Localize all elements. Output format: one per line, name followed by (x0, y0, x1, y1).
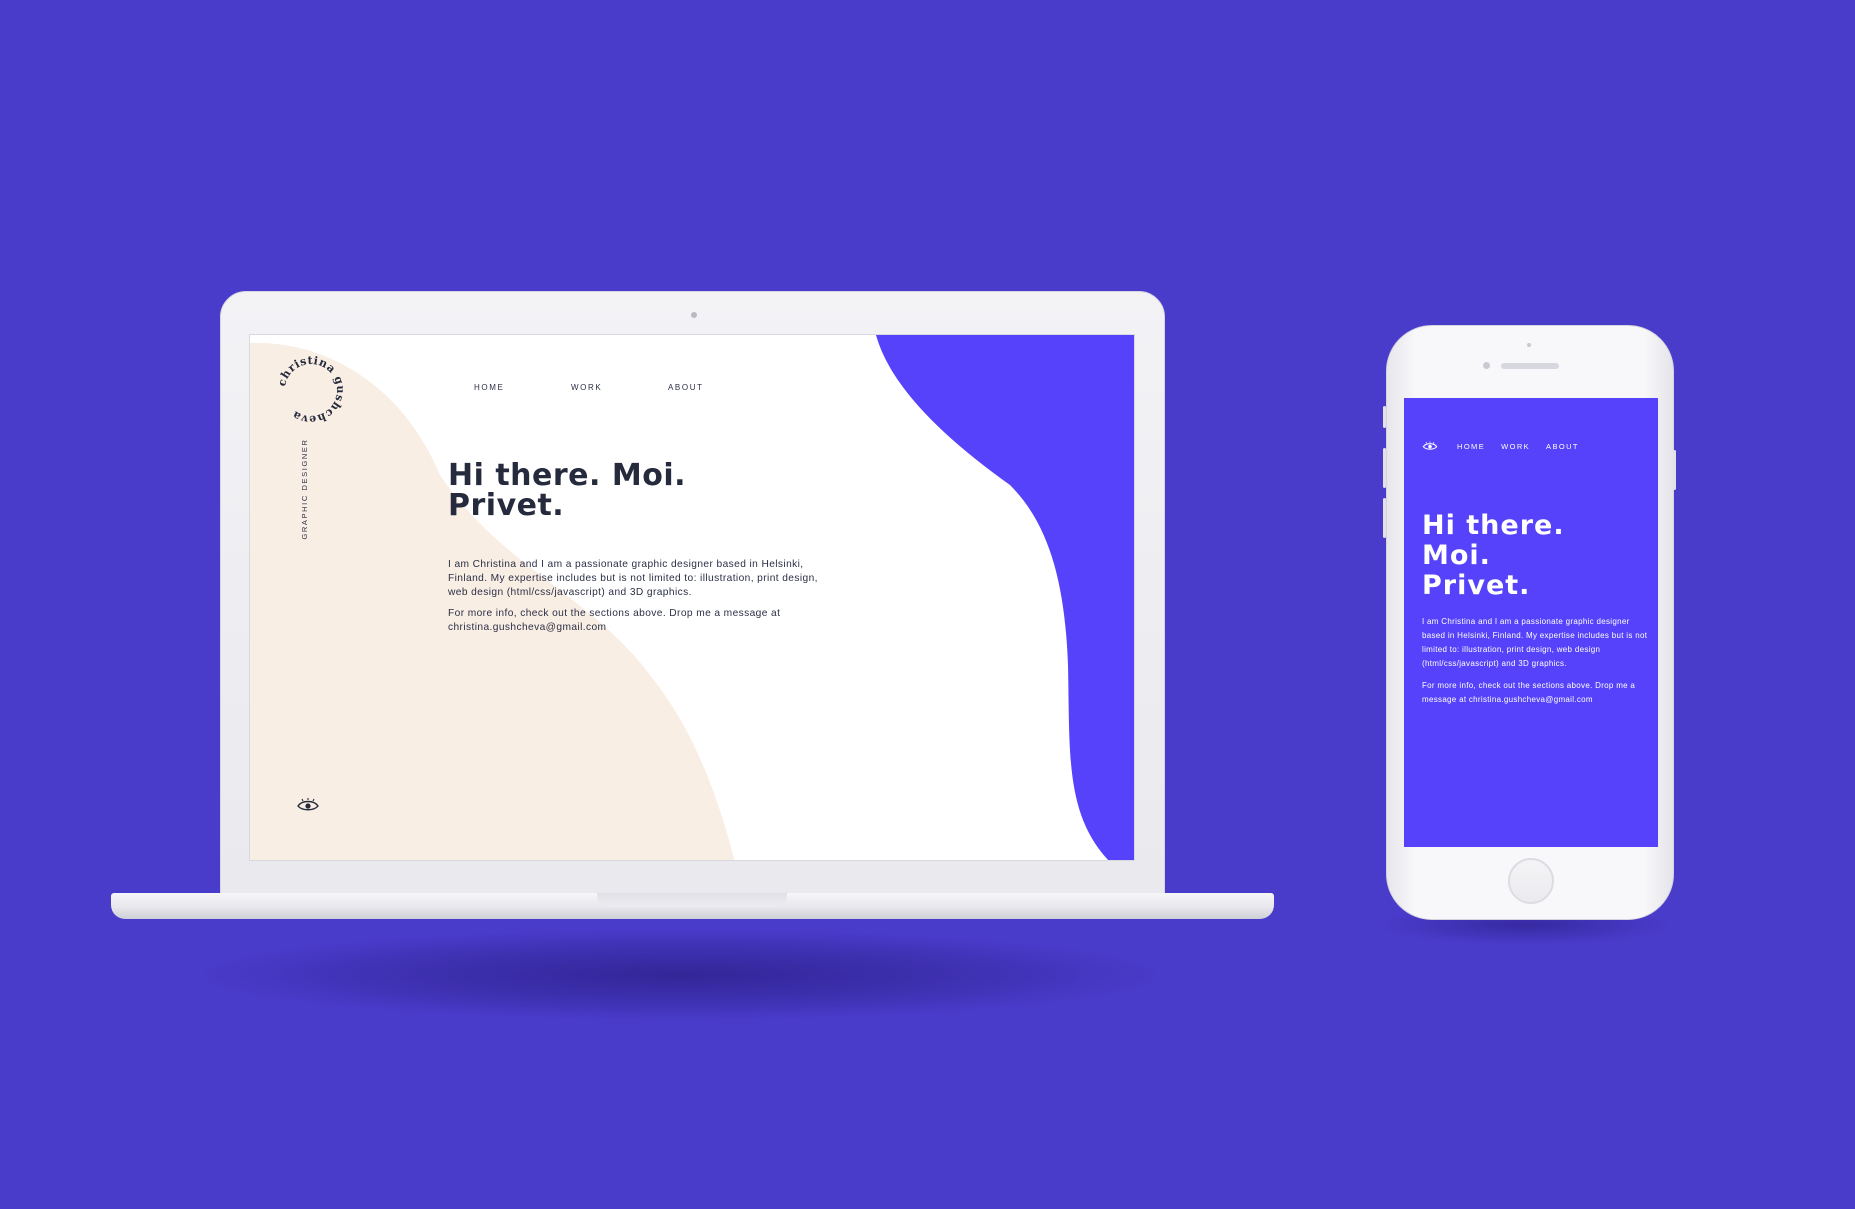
phone-mockup: HOME WORK ABOUT Hi there. Moi. Privet. I… (1383, 325, 1676, 920)
nav-about-link[interactable]: ABOUT (1546, 442, 1579, 451)
phone-screen: HOME WORK ABOUT Hi there. Moi. Privet. I… (1404, 398, 1658, 847)
intro-paragraph-1: I am Christina and I am a passionate gra… (1422, 617, 1648, 668)
svg-text:christina gushcheva: christina gushcheva (275, 354, 347, 426)
hero-line-2: Moi. (1422, 540, 1491, 571)
logo-text: christina gushcheva (275, 354, 346, 426)
phone-speaker (1501, 363, 1559, 369)
eye-icon[interactable] (1422, 441, 1438, 451)
laptop-base (111, 893, 1274, 919)
phone-nav: HOME WORK ABOUT (1457, 442, 1595, 451)
nav-home-link[interactable]: HOME (1457, 442, 1485, 451)
eye-icon[interactable] (296, 798, 320, 812)
laptop-mockup: christina gushcheva GRAPHIC DESIGNER HOM… (220, 291, 1165, 897)
laptop-screen: christina gushcheva GRAPHIC DESIGNER HOM… (249, 334, 1135, 861)
phone-sensor (1527, 343, 1531, 347)
hero-line-3: Privet. (1422, 570, 1531, 601)
laptop-notch (597, 893, 787, 907)
blue-wave-shape (876, 335, 1134, 860)
phone-volume-down (1383, 498, 1386, 538)
intro-text: I am Christina and I am a passionate gra… (1422, 615, 1650, 707)
nav-work-link[interactable]: WORK (1501, 442, 1530, 451)
intro-text: I am Christina and I am a passionate gra… (448, 558, 828, 635)
phone-front-camera (1483, 362, 1490, 369)
hero-line-1: Hi there. (1422, 510, 1565, 541)
phone-home-button[interactable] (1508, 858, 1554, 904)
hero-line-2: Privet. (448, 488, 565, 523)
laptop-shadow (200, 930, 1160, 1020)
nav-home-link[interactable]: HOME (474, 383, 571, 392)
phone-volume-up (1383, 448, 1386, 488)
laptop-nav: HOME WORK ABOUT (474, 383, 765, 392)
phone-side-button (1383, 406, 1386, 428)
nav-work-link[interactable]: WORK (571, 383, 668, 392)
laptop-camera (691, 312, 697, 318)
phone-power-button (1673, 450, 1676, 490)
hero-heading: Hi there. Moi. Privet. (448, 461, 808, 521)
intro-paragraph-2: For more info, check out the sections ab… (448, 608, 781, 633)
intro-paragraph-2: For more info, check out the sections ab… (1422, 681, 1636, 704)
hero-heading: Hi there. Moi. Privet. (1422, 511, 1652, 601)
vertical-role-label: GRAPHIC DESIGNER (300, 438, 309, 540)
nav-about-link[interactable]: ABOUT (668, 383, 765, 392)
circular-text-logo[interactable]: christina gushcheva (270, 349, 352, 431)
intro-paragraph-1: I am Christina and I am a passionate gra… (448, 559, 818, 598)
